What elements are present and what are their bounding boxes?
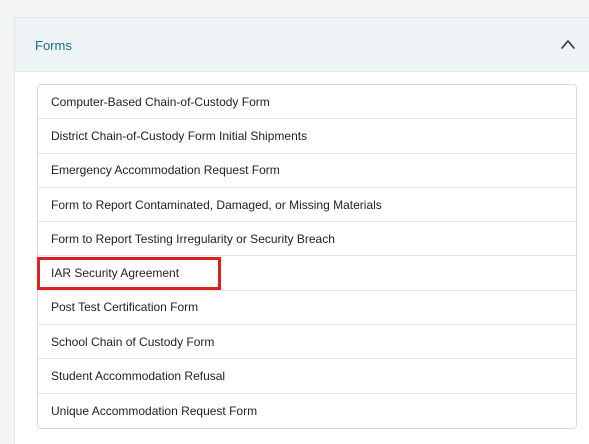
form-link-emergency-accommodation-request[interactable]: Emergency Accommodation Request Form [38, 154, 576, 188]
form-link-district-chain-of-custody-initial-shipments[interactable]: District Chain-of-Custody Form Initial S… [38, 119, 576, 154]
form-link-school-chain-of-custody[interactable]: School Chain of Custody Form [38, 325, 576, 360]
form-link-post-test-certification[interactable]: Post Test Certification Form [38, 291, 576, 326]
form-link-report-contaminated-damaged-missing-materials[interactable]: Form to Report Contaminated, Damaged, or… [38, 188, 576, 223]
forms-list: Computer-Based Chain-of-Custody Form Dis… [37, 84, 577, 429]
chevron-up-icon[interactable] [560, 38, 576, 50]
form-link-unique-accommodation-request[interactable]: Unique Accommodation Request Form [38, 394, 576, 428]
forms-panel-title: Forms [35, 38, 72, 53]
form-link-student-accommodation-refusal[interactable]: Student Accommodation Refusal [38, 359, 576, 394]
form-link-iar-security-agreement[interactable]: IAR Security Agreement [38, 256, 576, 291]
forms-panel: Forms Computer-Based Chain-of-Custody Fo… [14, 17, 589, 444]
forms-panel-header[interactable]: Forms [15, 18, 589, 72]
page-background: Forms Computer-Based Chain-of-Custody Fo… [0, 0, 589, 444]
form-link-computer-based-chain-of-custody[interactable]: Computer-Based Chain-of-Custody Form [38, 85, 576, 120]
form-link-report-testing-irregularity-security-breach[interactable]: Form to Report Testing Irregularity or S… [38, 222, 576, 257]
